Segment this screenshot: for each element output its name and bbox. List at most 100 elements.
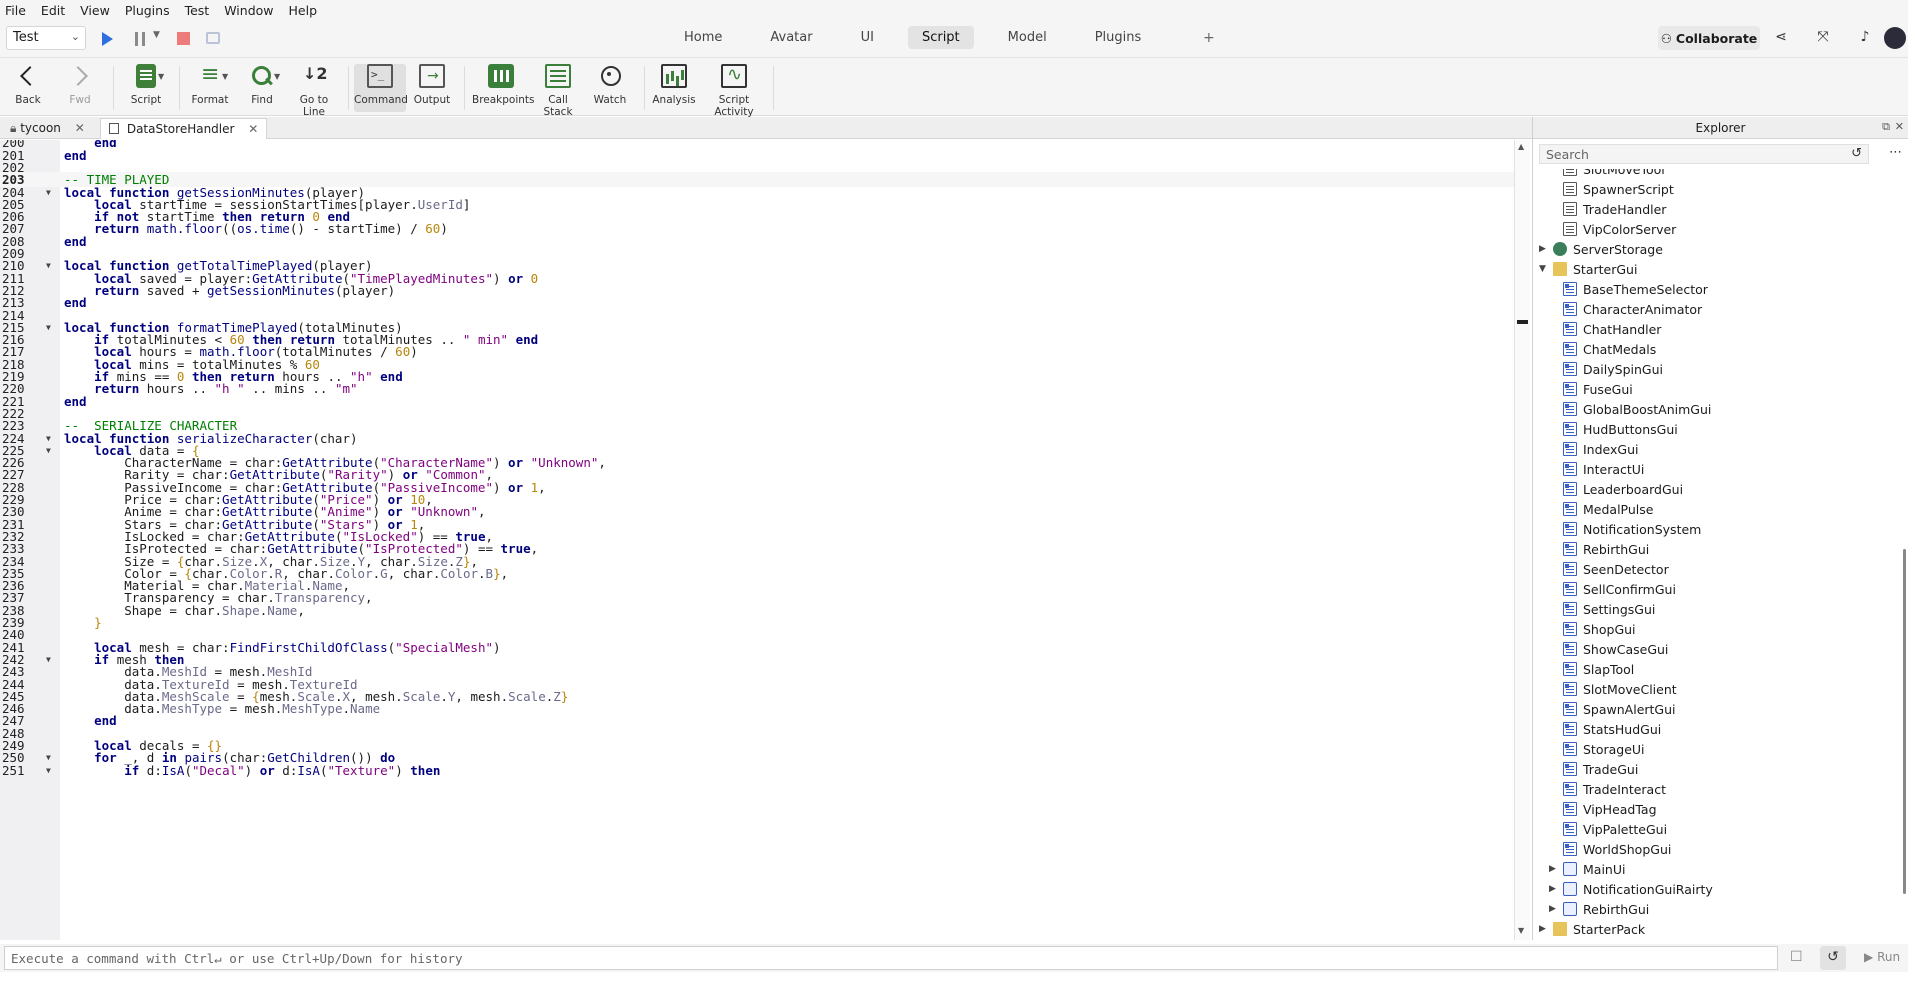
script-dropdown-chevron-icon[interactable]: ▼ [158, 72, 164, 81]
tree-item[interactable]: BaseThemeSelector [1563, 282, 1708, 302]
bell-icon[interactable]: ♪ [1856, 29, 1874, 47]
script-button[interactable]: Script [128, 64, 164, 106]
tab-ui[interactable]: UI [847, 26, 888, 49]
stop-icon[interactable] [177, 32, 190, 45]
tree-item[interactable]: ChatMedals [1563, 342, 1656, 362]
fold-chevron-icon[interactable]: ▼ [46, 763, 51, 778]
analysis-button[interactable]: Analysis [652, 64, 696, 106]
tree-item[interactable]: InteractUi [1563, 462, 1644, 482]
expand-right-icon[interactable]: ▶ [1539, 244, 1546, 254]
expand-down-icon[interactable]: ▼ [1539, 264, 1546, 274]
mode-select[interactable]: Test ⌄ [6, 26, 86, 50]
add-tab-button[interactable]: + [1203, 30, 1215, 46]
expand-right-icon[interactable]: ▶ [1549, 864, 1556, 874]
fullscreen-icon[interactable]: ⤧ [1814, 29, 1832, 47]
tree-item[interactable]: ▶ ServerStorage [1539, 242, 1663, 262]
tree-item[interactable]: WorldShopGui [1563, 842, 1671, 862]
forward-button[interactable]: Fwd [62, 64, 98, 106]
tree-item[interactable]: SeenDetector [1563, 562, 1669, 582]
share-icon[interactable]: ⋖ [1772, 29, 1790, 47]
menu-help[interactable]: Help [289, 3, 318, 18]
find-dropdown-chevron-icon[interactable]: ▼ [274, 72, 280, 81]
tree-item[interactable]: HudButtonsGui [1563, 422, 1678, 442]
tree-item[interactable]: SettingsGui [1563, 602, 1655, 622]
back-button[interactable]: Back [10, 64, 46, 106]
scrollbar-thumb[interactable] [1903, 549, 1906, 894]
go-to-line-button[interactable]: Go to Line [288, 64, 340, 118]
tree-item[interactable]: VipHeadTag [1563, 802, 1657, 822]
doc-tab-datastorehandler[interactable]: DataStoreHandler ✕ [100, 118, 268, 139]
close-icon[interactable]: ✕ [75, 121, 85, 135]
tab-script[interactable]: Script [907, 26, 974, 49]
undock-icon[interactable]: ⧉ [1882, 120, 1890, 134]
tree-item[interactable]: ▼ StarterGui [1539, 262, 1637, 282]
tree-item[interactable]: ▶ MainUi [1549, 862, 1625, 882]
tree-item[interactable]: StatsHudGui [1563, 722, 1661, 742]
tab-home[interactable]: Home [670, 26, 736, 49]
scroll-up-icon[interactable]: ▲ [1518, 142, 1524, 151]
menu-test[interactable]: Test [185, 3, 210, 18]
tree-item[interactable]: SellConfirmGui [1563, 582, 1676, 602]
script-activity-button[interactable]: Script Activity [700, 64, 768, 118]
code-line[interactable]: 251 ▼ if d:IsA("Decal") or d:IsA("Texture… [0, 763, 1514, 778]
scroll-down-icon[interactable]: ▼ [1518, 926, 1524, 935]
scrollbar-thumb[interactable] [1517, 320, 1528, 324]
tree-item[interactable]: VipPaletteGui [1563, 822, 1667, 842]
tree-item[interactable]: TradeInteract [1563, 782, 1666, 802]
menu-plugins[interactable]: Plugins [125, 3, 170, 18]
screen-icon[interactable] [206, 32, 220, 44]
tree-item[interactable]: CharacterAnimator [1563, 302, 1702, 322]
tree-item[interactable]: StorageUi [1563, 742, 1645, 762]
tab-model[interactable]: Model [994, 26, 1061, 49]
tree-item[interactable]: ShopGui [1563, 622, 1636, 642]
menu-edit[interactable]: Edit [41, 3, 65, 18]
tree-item[interactable]: VipColorServer [1563, 222, 1676, 242]
tree-item[interactable]: SpawnAlertGui [1563, 702, 1676, 722]
pause-icon[interactable] [135, 32, 145, 46]
tree-item[interactable]: TradeHandler [1563, 202, 1666, 222]
tree-item[interactable]: ▶ StarterPack [1539, 922, 1645, 940]
bookmark-icon[interactable]: ☐ [1790, 949, 1803, 965]
tree-item[interactable]: RebirthGui [1563, 542, 1649, 562]
expand-right-icon[interactable]: ▶ [1549, 904, 1556, 914]
tree-item[interactable]: ShowCaseGui [1563, 642, 1668, 662]
close-icon[interactable]: ✕ [1895, 120, 1904, 133]
avatar[interactable] [1884, 27, 1906, 49]
pause-options-chevron-icon[interactable]: ▼ [153, 30, 160, 40]
tree-item[interactable]: NotificationSystem [1563, 522, 1701, 542]
tree-item[interactable]: SlotMoveClient [1563, 682, 1677, 702]
call-stack-button[interactable]: Call Stack [534, 64, 582, 118]
close-icon[interactable]: ✕ [248, 122, 258, 136]
tab-plugins[interactable]: Plugins [1081, 26, 1156, 49]
format-button[interactable]: Format [190, 62, 230, 106]
code-editor[interactable]: 199 tag.Parent = folder200 end201end2022… [0, 140, 1514, 940]
command-input[interactable]: Execute a command with Ctrl↵ or use Ctrl… [4, 946, 1778, 970]
expand-right-icon[interactable]: ▶ [1549, 884, 1556, 894]
tree-item[interactable]: FuseGui [1563, 382, 1633, 402]
menu-file[interactable]: File [5, 3, 26, 18]
expand-right-icon[interactable]: ▶ [1539, 924, 1546, 934]
menu-window[interactable]: Window [224, 3, 273, 18]
tree-item[interactable]: SpawnerScript [1563, 182, 1674, 202]
tab-avatar[interactable]: Avatar [756, 26, 826, 49]
explorer-search-input[interactable]: Search ↺ [1539, 144, 1869, 164]
explorer-scrollbar[interactable] [1901, 169, 1908, 940]
tree-item[interactable]: ChatHandler [1563, 322, 1661, 342]
format-dropdown-chevron-icon[interactable]: ▼ [222, 72, 228, 81]
tree-item[interactable]: GlobalBoostAnimGui [1563, 402, 1711, 422]
breakpoints-button[interactable]: Breakpoints [472, 64, 535, 106]
run-button[interactable]: ▶ Run [1858, 946, 1906, 970]
editor-scrollbar[interactable]: ▲ ▼ [1514, 140, 1530, 940]
tree-item[interactable]: IndexGui [1563, 442, 1639, 462]
menu-view[interactable]: View [80, 3, 110, 18]
tree-item[interactable]: MedalPulse [1563, 502, 1653, 522]
history-icon[interactable]: ↺ [1851, 146, 1862, 161]
tree-item[interactable]: SlotMoveTool [1563, 169, 1665, 182]
output-button[interactable]: Output [412, 64, 452, 106]
more-options-icon[interactable]: ⋯ [1889, 145, 1902, 160]
play-icon[interactable] [102, 32, 113, 46]
tree-item[interactable]: LeaderboardGui [1563, 482, 1683, 502]
tree-item[interactable]: ▶ NotificationGuiRairty [1549, 882, 1713, 902]
find-button[interactable]: Find [244, 64, 280, 106]
watch-button[interactable]: Watch [590, 64, 630, 106]
